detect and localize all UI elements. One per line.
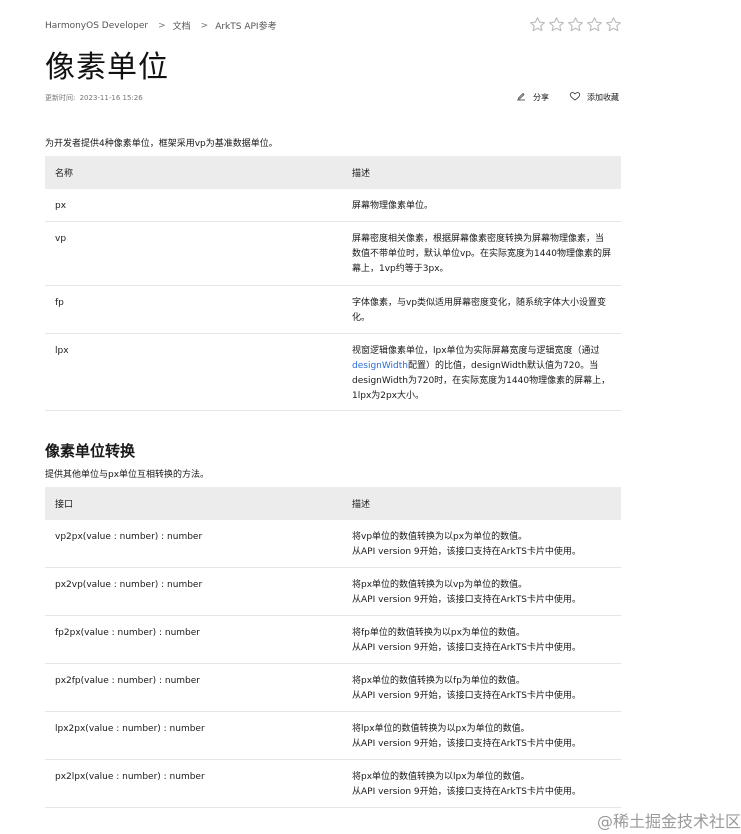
api-desc: 将fp单位的数值转换为以px为单位的数值。从API version 9开始，该接… bbox=[342, 615, 621, 664]
api-desc: 将px单位的数值转换为以vp为单位的数值。从API version 9开始，该接… bbox=[342, 567, 621, 616]
api-desc: 将px单位的数值转换为以fp为单位的数值。从API version 9开始，该接… bbox=[342, 663, 621, 712]
breadcrumb-home-link[interactable]: HarmonyOS Developer bbox=[45, 21, 148, 31]
api-desc-text: 将px单位的数值转换为以fp为单位的数值。 bbox=[352, 676, 525, 686]
share-icon bbox=[515, 90, 533, 104]
api-note: 从API version 9开始，该接口支持在ArkTS卡片中使用。 bbox=[352, 739, 581, 749]
api-desc: 将lpx单位的数值转换为以px为单位的数值。从API version 9开始，该… bbox=[342, 711, 621, 760]
column-header-name: 名称 bbox=[55, 169, 74, 179]
unit-name: px bbox=[45, 189, 342, 222]
add-favorite-button[interactable]: 添加收藏 bbox=[569, 90, 619, 104]
star-icon[interactable] bbox=[605, 16, 622, 33]
api-desc-text: 将px单位的数值转换为以lpx为单位的数值。 bbox=[352, 772, 530, 782]
breadcrumb-separator: > bbox=[158, 20, 166, 31]
table-row: px2fp(value : number) : number 将px单位的数值转… bbox=[45, 663, 621, 712]
add-favorite-label: 添加收藏 bbox=[587, 92, 619, 102]
table-row: vp2px(value : number) : number 将vp单位的数值转… bbox=[45, 520, 621, 568]
api-desc-text: 将lpx单位的数值转换为以px为单位的数值。 bbox=[352, 724, 530, 734]
conversion-table: 接口 描述 vp2px(value : number) : number 将vp… bbox=[45, 487, 621, 808]
column-header-desc: 描述 bbox=[352, 169, 371, 179]
table-row: px2vp(value : number) : number 将px单位的数值转… bbox=[45, 567, 621, 616]
table-row: lpx 视窗逻辑像素单位，lpx单位为实际屏幕宽度与逻辑宽度（通过 designW… bbox=[45, 333, 621, 411]
table-row: px 屏幕物理像素单位。 bbox=[45, 189, 621, 222]
api-signature: lpx2px(value : number) : number bbox=[45, 711, 342, 760]
unit-desc: 字体像素，与vp类似适用屏幕密度变化，随系统字体大小设置变化。 bbox=[342, 285, 621, 334]
breadcrumb-docs-link[interactable]: 文档 bbox=[173, 19, 191, 32]
column-header-api: 接口 bbox=[55, 500, 74, 510]
updated-value: 2023-11-16 15:26 bbox=[79, 94, 143, 102]
table-header-row: 名称 描述 bbox=[45, 156, 621, 189]
api-signature: fp2px(value : number) : number bbox=[45, 615, 342, 664]
table-row: vp 屏幕密度相关像素，根据屏幕像素密度转换为屏幕物理像素，当数值不带单位时，默… bbox=[45, 221, 621, 286]
table-row: fp2px(value : number) : number 将fp单位的数值转… bbox=[45, 615, 621, 664]
table-row: fp 字体像素，与vp类似适用屏幕密度变化，随系统字体大小设置变化。 bbox=[45, 285, 621, 334]
breadcrumb-separator: > bbox=[200, 20, 209, 31]
units-table: 名称 描述 px 屏幕物理像素单位。 vp 屏幕密度相关像素，根据屏幕像素密度转… bbox=[45, 156, 621, 411]
updated-label: 更新时间: bbox=[45, 94, 76, 102]
intro-text: 为开发者提供4种像素单位，框架采用vp为基准数据单位。 bbox=[45, 139, 278, 149]
breadcrumb: HarmonyOS Developer > 文档 > ArkTS API参考 bbox=[45, 19, 277, 33]
table-header-row: 接口 描述 bbox=[45, 487, 621, 520]
column-header-desc: 描述 bbox=[352, 500, 371, 510]
star-icon[interactable] bbox=[548, 16, 565, 33]
watermark: @稀土掘金技术社区 bbox=[597, 812, 741, 831]
unit-name: vp bbox=[45, 221, 342, 286]
api-note: 从API version 9开始，该接口支持在ArkTS卡片中使用。 bbox=[352, 547, 581, 557]
star-icon[interactable] bbox=[567, 16, 584, 33]
unit-name: fp bbox=[45, 285, 342, 334]
api-note: 从API version 9开始，该接口支持在ArkTS卡片中使用。 bbox=[352, 595, 581, 605]
breadcrumb-api-ref-link[interactable]: ArkTS API参考 bbox=[215, 19, 276, 32]
unit-desc-pre: 视窗逻辑像素单位，lpx单位为实际屏幕宽度与逻辑宽度（通过 bbox=[352, 346, 600, 356]
design-width-link[interactable]: designWidth bbox=[352, 361, 408, 371]
section-title: 像素单位转换 bbox=[45, 442, 136, 460]
api-desc-text: 将fp单位的数值转换为以px为单位的数值。 bbox=[352, 628, 525, 638]
api-signature: px2fp(value : number) : number bbox=[45, 663, 342, 712]
star-icon[interactable] bbox=[586, 16, 603, 33]
api-signature: vp2px(value : number) : number bbox=[45, 520, 342, 568]
api-desc-text: 将vp单位的数值转换为以px为单位的数值。 bbox=[352, 532, 528, 542]
unit-desc: 屏幕物理像素单位。 bbox=[342, 189, 621, 222]
updated-time: 更新时间: 2023-11-16 15:26 bbox=[45, 93, 145, 103]
api-desc-text: 将px单位的数值转换为以vp为单位的数值。 bbox=[352, 580, 528, 590]
api-note: 从API version 9开始，该接口支持在ArkTS卡片中使用。 bbox=[352, 691, 581, 701]
table-row: lpx2px(value : number) : number 将lpx单位的数… bbox=[45, 711, 621, 760]
unit-name: lpx bbox=[45, 333, 342, 411]
unit-desc: 视窗逻辑像素单位，lpx单位为实际屏幕宽度与逻辑宽度（通过 designWidth… bbox=[342, 333, 621, 411]
api-desc: 将px单位的数值转换为以lpx为单位的数值。从API version 9开始，该… bbox=[342, 759, 621, 808]
unit-desc: 屏幕密度相关像素，根据屏幕像素密度转换为屏幕物理像素，当数值不带单位时，默认单位… bbox=[342, 221, 621, 286]
api-desc: 将vp单位的数值转换为以px为单位的数值。从API version 9开始，该接… bbox=[342, 520, 621, 568]
table-row: px2lpx(value : number) : number 将px单位的数值… bbox=[45, 759, 621, 808]
api-note: 从API version 9开始，该接口支持在ArkTS卡片中使用。 bbox=[352, 643, 581, 653]
api-note: 从API version 9开始，该接口支持在ArkTS卡片中使用。 bbox=[352, 787, 581, 797]
page-title: 像素单位 bbox=[45, 50, 169, 85]
section-desc: 提供其他单位与px单位互相转换的方法。 bbox=[45, 470, 210, 480]
share-label: 分享 bbox=[533, 92, 549, 102]
rating-stars bbox=[529, 16, 622, 33]
star-icon[interactable] bbox=[529, 16, 546, 33]
share-button[interactable]: 分享 bbox=[515, 90, 549, 104]
api-signature: px2lpx(value : number) : number bbox=[45, 759, 342, 808]
api-signature: px2vp(value : number) : number bbox=[45, 567, 342, 616]
heart-icon bbox=[569, 90, 587, 104]
